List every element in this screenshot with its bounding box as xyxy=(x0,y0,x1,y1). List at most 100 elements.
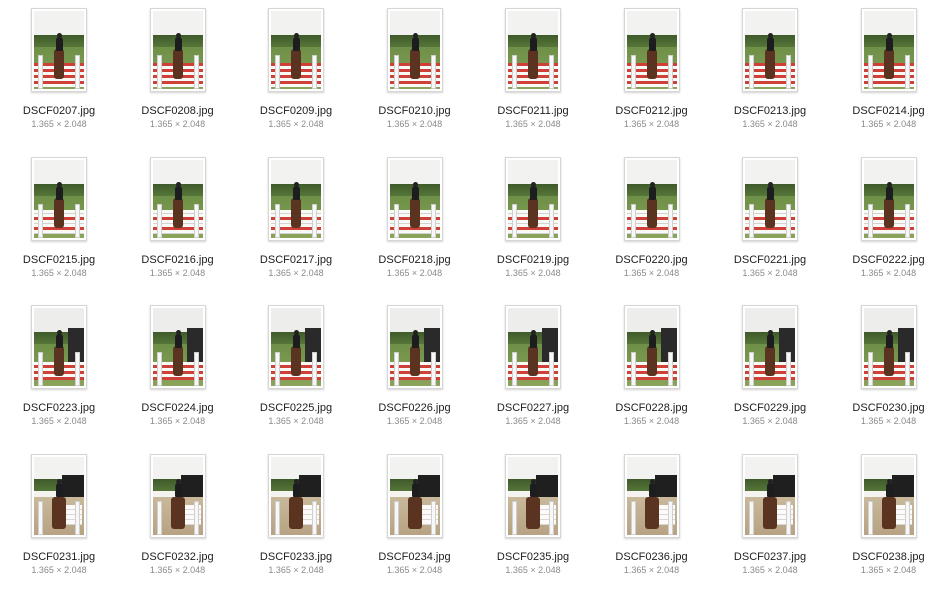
file-name-label[interactable]: DSCF0229.jpg xyxy=(715,401,825,415)
image-thumbnail[interactable] xyxy=(505,8,561,92)
image-thumbnail[interactable] xyxy=(623,156,680,241)
image-thumbnail[interactable] xyxy=(505,156,561,241)
file-name-label[interactable]: DSCF0227.jpg xyxy=(478,401,588,415)
image-thumbnail[interactable] xyxy=(505,305,561,389)
image-thumbnail[interactable] xyxy=(386,156,443,241)
image-thumbnail[interactable] xyxy=(268,453,324,538)
file-name-label[interactable]: DSCF0224.jpg xyxy=(123,401,233,415)
file-icon-item[interactable]: DSCF0230.jpg 1.365 × 2.048 xyxy=(834,305,944,445)
image-thumbnail[interactable] xyxy=(386,8,443,92)
image-thumbnail[interactable] xyxy=(149,453,206,538)
file-name-label[interactable]: DSCF0211.jpg xyxy=(478,104,588,118)
file-name-label[interactable]: DSCF0225.jpg xyxy=(241,401,351,415)
file-name-label[interactable]: DSCF0222.jpg xyxy=(834,253,944,267)
file-name-label[interactable]: DSCF0226.jpg xyxy=(360,401,470,415)
file-name-label[interactable]: DSCF0219.jpg xyxy=(478,253,588,267)
file-icon-item[interactable]: DSCF0219.jpg 1.365 × 2.048 xyxy=(478,156,588,297)
file-icon-item[interactable]: DSCF0215.jpg 1.365 × 2.048 xyxy=(4,156,114,297)
file-name-label[interactable]: DSCF0234.jpg xyxy=(360,550,470,564)
image-thumbnail[interactable] xyxy=(149,305,206,389)
file-name-label[interactable]: DSCF0209.jpg xyxy=(241,104,351,118)
file-name-label[interactable]: DSCF0208.jpg xyxy=(123,104,233,118)
image-thumbnail[interactable] xyxy=(31,453,87,538)
file-icon-item[interactable]: DSCF0216.jpg 1.365 × 2.048 xyxy=(123,156,233,297)
image-thumbnail[interactable] xyxy=(268,156,324,241)
image-thumbnail[interactable] xyxy=(623,8,680,92)
file-name-label[interactable]: DSCF0221.jpg xyxy=(715,253,825,267)
image-dimensions-label: 1.365 × 2.048 xyxy=(860,267,917,278)
file-name-label[interactable]: DSCF0237.jpg xyxy=(715,550,825,564)
image-thumbnail[interactable] xyxy=(268,305,324,389)
image-thumbnail[interactable] xyxy=(31,156,87,241)
file-name-label[interactable]: DSCF0231.jpg xyxy=(4,550,114,564)
file-name-label[interactable]: DSCF0233.jpg xyxy=(241,550,351,564)
image-thumbnail[interactable] xyxy=(268,8,324,92)
file-icon-item[interactable]: DSCF0237.jpg 1.365 × 2.048 xyxy=(715,453,825,594)
file-icon-item[interactable]: DSCF0210.jpg 1.365 × 2.048 xyxy=(360,8,470,148)
file-icon-item[interactable]: DSCF0233.jpg 1.365 × 2.048 xyxy=(241,453,351,594)
file-icon-item[interactable]: DSCF0221.jpg 1.365 × 2.048 xyxy=(715,156,825,297)
image-thumbnail[interactable] xyxy=(623,453,680,538)
file-icon-item[interactable]: DSCF0232.jpg 1.365 × 2.048 xyxy=(123,453,233,594)
file-icon-item[interactable]: DSCF0227.jpg 1.365 × 2.048 xyxy=(478,305,588,445)
image-thumbnail[interactable] xyxy=(505,453,561,538)
file-icon-item[interactable]: DSCF0226.jpg 1.365 × 2.048 xyxy=(360,305,470,445)
image-thumbnail[interactable] xyxy=(386,305,443,389)
file-icon-item[interactable]: DSCF0228.jpg 1.365 × 2.048 xyxy=(597,305,707,445)
file-name-label[interactable]: DSCF0223.jpg xyxy=(4,401,114,415)
image-thumbnail[interactable] xyxy=(860,8,917,92)
file-icon-item[interactable]: DSCF0218.jpg 1.365 × 2.048 xyxy=(360,156,470,297)
file-icon-item[interactable]: DSCF0217.jpg 1.365 × 2.048 xyxy=(241,156,351,297)
file-icon-item[interactable]: DSCF0224.jpg 1.365 × 2.048 xyxy=(123,305,233,445)
image-thumbnail[interactable] xyxy=(149,156,206,241)
file-name-label[interactable]: DSCF0215.jpg xyxy=(4,253,114,267)
image-thumbnail[interactable] xyxy=(623,305,680,389)
image-thumbnail[interactable] xyxy=(742,453,798,538)
file-icon-item[interactable]: DSCF0225.jpg 1.365 × 2.048 xyxy=(241,305,351,445)
file-icon-item[interactable]: DSCF0223.jpg 1.365 × 2.048 xyxy=(4,305,114,445)
file-icon-item[interactable]: DSCF0208.jpg 1.365 × 2.048 xyxy=(123,8,233,148)
file-icon-item[interactable]: DSCF0231.jpg 1.365 × 2.048 xyxy=(4,453,114,594)
file-icon-item[interactable]: DSCF0220.jpg 1.365 × 2.048 xyxy=(597,156,707,297)
image-thumbnail[interactable] xyxy=(742,8,798,92)
file-name-label[interactable]: DSCF0236.jpg xyxy=(597,550,707,564)
file-icon-item[interactable]: DSCF0235.jpg 1.365 × 2.048 xyxy=(478,453,588,594)
image-thumbnail[interactable] xyxy=(742,156,798,241)
image-thumbnail[interactable] xyxy=(386,453,443,538)
file-name-label[interactable]: DSCF0214.jpg xyxy=(834,104,944,118)
file-icon-item[interactable]: DSCF0213.jpg 1.365 × 2.048 xyxy=(715,8,825,148)
file-name-label[interactable]: DSCF0217.jpg xyxy=(241,253,351,267)
image-dimensions-label: 1.365 × 2.048 xyxy=(505,564,561,575)
image-thumbnail[interactable] xyxy=(860,453,917,538)
show-jumping-photo xyxy=(745,308,795,386)
file-icon-item[interactable]: DSCF0234.jpg 1.365 × 2.048 xyxy=(360,453,470,594)
file-icon-item[interactable]: DSCF0236.jpg 1.365 × 2.048 xyxy=(597,453,707,594)
file-name-label[interactable]: DSCF0238.jpg xyxy=(834,550,944,564)
file-name-label[interactable]: DSCF0218.jpg xyxy=(360,253,470,267)
file-name-label[interactable]: DSCF0235.jpg xyxy=(478,550,588,564)
file-name-label[interactable]: DSCF0228.jpg xyxy=(597,401,707,415)
file-name-label[interactable]: DSCF0230.jpg xyxy=(834,401,944,415)
file-icon-item[interactable]: DSCF0222.jpg 1.365 × 2.048 xyxy=(834,156,944,297)
file-icon-item[interactable]: DSCF0214.jpg 1.365 × 2.048 xyxy=(834,8,944,148)
show-jumping-photo xyxy=(389,11,440,89)
file-name-label[interactable]: DSCF0220.jpg xyxy=(597,253,707,267)
image-thumbnail[interactable] xyxy=(860,305,917,389)
file-icon-item[interactable]: DSCF0207.jpg 1.365 × 2.048 xyxy=(4,8,114,148)
image-thumbnail[interactable] xyxy=(742,305,798,389)
file-name-label[interactable]: DSCF0212.jpg xyxy=(597,104,707,118)
file-icon-item[interactable]: DSCF0212.jpg 1.365 × 2.048 xyxy=(597,8,707,148)
file-icon-item[interactable]: DSCF0211.jpg 1.365 × 2.048 xyxy=(478,8,588,148)
file-name-label[interactable]: DSCF0213.jpg xyxy=(715,104,825,118)
file-icon-item[interactable]: DSCF0229.jpg 1.365 × 2.048 xyxy=(715,305,825,445)
file-icon-item[interactable]: DSCF0209.jpg 1.365 × 2.048 xyxy=(241,8,351,148)
file-name-label[interactable]: DSCF0207.jpg xyxy=(4,104,114,118)
file-icon-item[interactable]: DSCF0238.jpg 1.365 × 2.048 xyxy=(834,453,944,594)
image-thumbnail[interactable] xyxy=(31,8,87,92)
file-name-label[interactable]: DSCF0210.jpg xyxy=(360,104,470,118)
image-thumbnail[interactable] xyxy=(31,305,87,389)
image-thumbnail[interactable] xyxy=(149,8,206,92)
file-name-label[interactable]: DSCF0216.jpg xyxy=(123,253,233,267)
image-thumbnail[interactable] xyxy=(860,156,917,241)
file-name-label[interactable]: DSCF0232.jpg xyxy=(123,550,233,564)
